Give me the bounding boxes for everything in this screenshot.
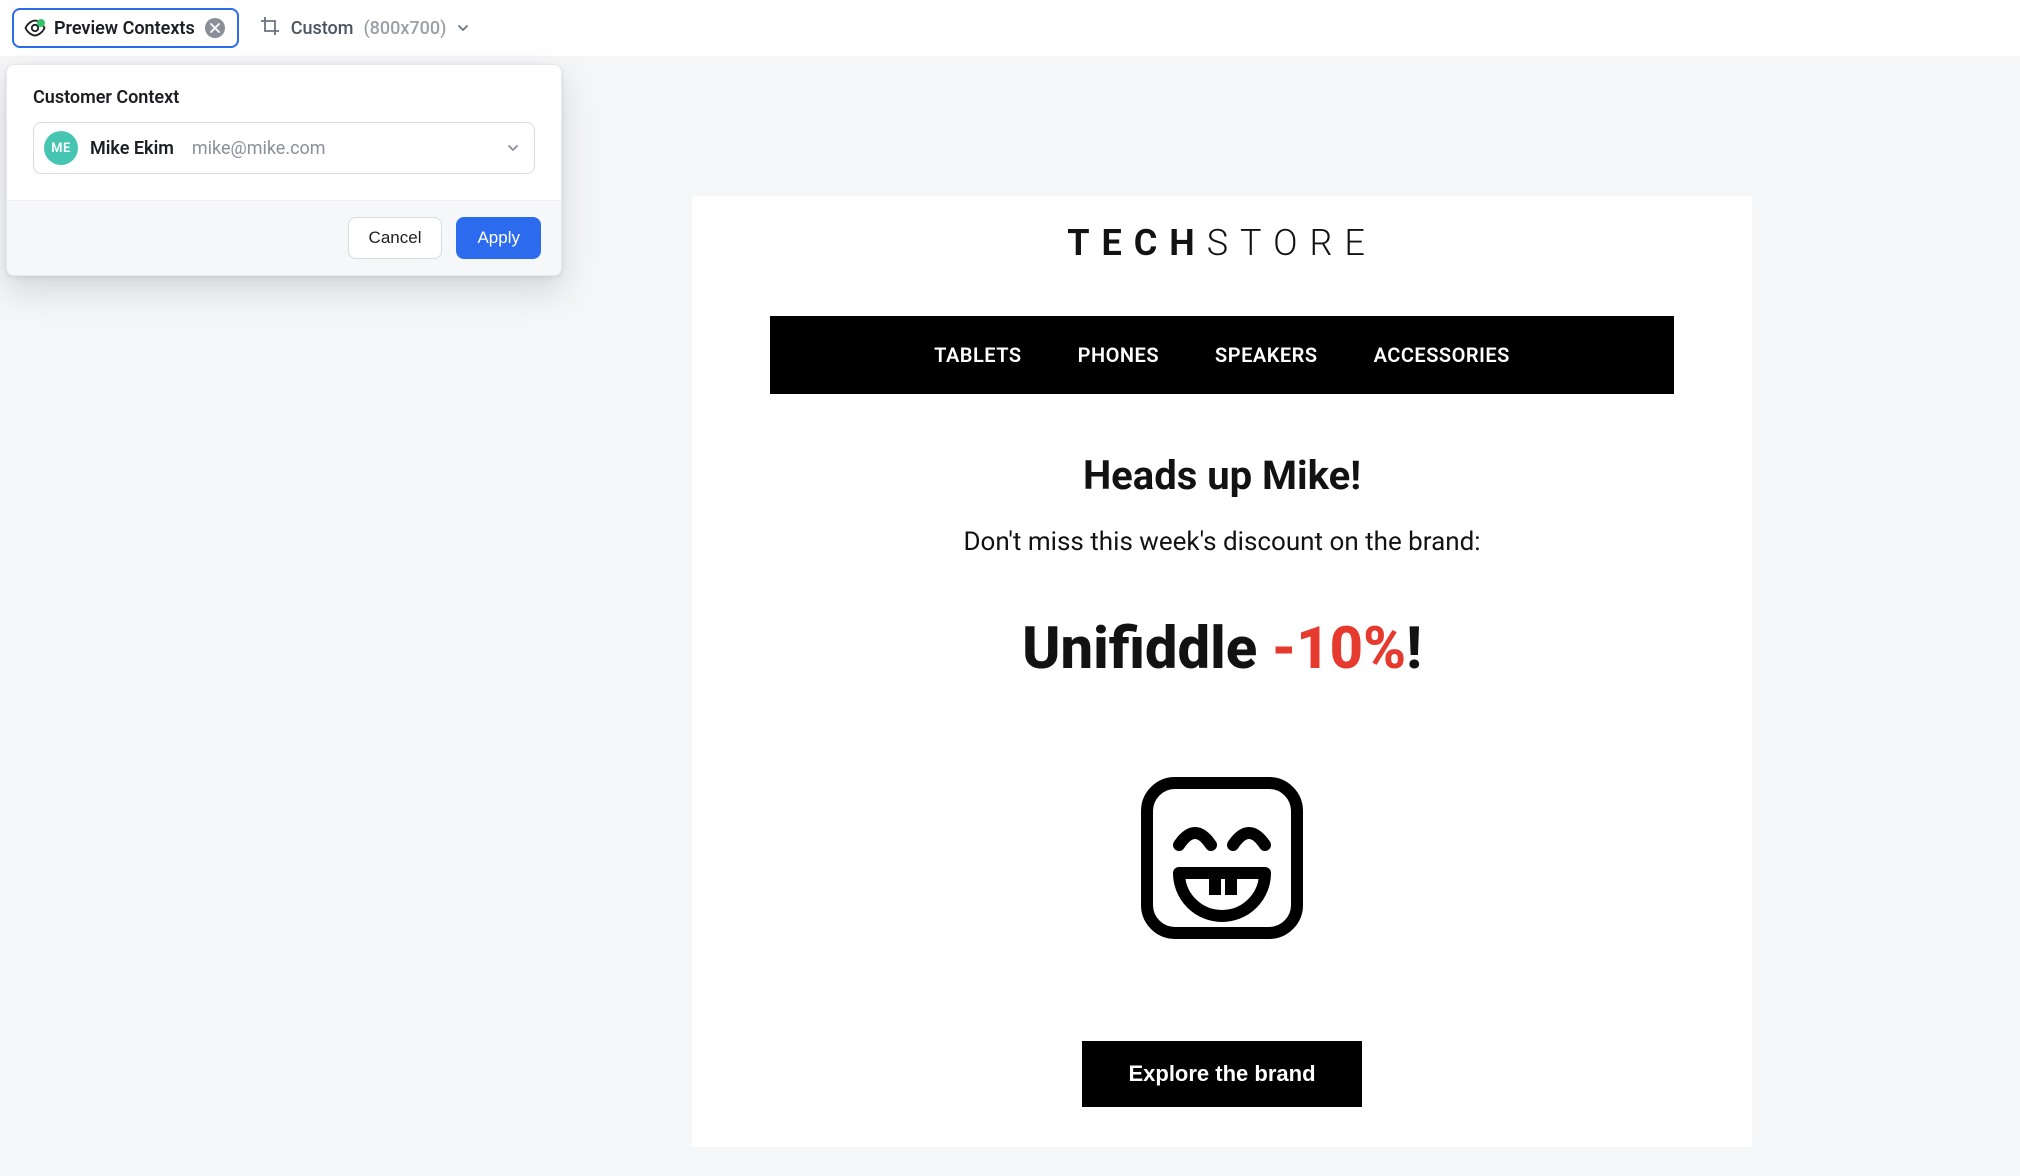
customer-email: mike@mike.com <box>192 138 326 159</box>
canvas-size-dims: (800x700) <box>363 18 446 39</box>
preview-contexts-label: Preview Contexts <box>54 18 195 39</box>
email-subhead: Don't miss this week's discount on the b… <box>692 527 1752 557</box>
avatar: ME <box>44 131 78 165</box>
preview-eye-icon <box>24 19 46 37</box>
nav-item-phones[interactable]: PHONES <box>1078 343 1159 367</box>
customer-name: Mike Ekim <box>90 138 174 159</box>
promo-suffix: ! <box>1406 615 1422 683</box>
nav-item-tablets[interactable]: TABLETS <box>934 343 1022 367</box>
smiley-icon <box>1137 773 1307 943</box>
email-headline: Heads up Mike! <box>692 452 1752 499</box>
clear-preview-icon[interactable] <box>205 18 225 38</box>
promo-discount: -10% <box>1272 615 1406 683</box>
promo-brand: Unifiddle <box>1022 615 1272 683</box>
email-navbar: TABLETS PHONES SPEAKERS ACCESSORIES <box>770 316 1674 394</box>
chevron-down-icon <box>506 141 520 155</box>
nav-item-accessories[interactable]: ACCESSORIES <box>1374 343 1510 367</box>
popover-title: Customer Context <box>33 87 535 108</box>
canvas-size-dropdown[interactable]: Custom (800x700) <box>253 11 477 45</box>
brand-bold: TECH <box>1067 222 1207 264</box>
customer-select[interactable]: ME Mike Ekim mike@mike.com <box>33 122 535 174</box>
chevron-down-icon <box>456 21 470 35</box>
email-promo: Unifiddle -10%! <box>692 615 1752 683</box>
apply-button[interactable]: Apply <box>456 217 541 259</box>
brand-light: STORE <box>1207 222 1377 264</box>
editor-toolbar: Preview Contexts Custom (800x700) <box>0 0 2020 56</box>
customer-context-popover: Customer Context ME Mike Ekim mike@mike.… <box>6 64 562 276</box>
preview-contexts-button[interactable]: Preview Contexts <box>12 8 239 48</box>
promo-image <box>692 773 1752 943</box>
email-preview-frame: TECHSTORE TABLETS PHONES SPEAKERS ACCESS… <box>692 196 1752 1147</box>
nav-item-speakers[interactable]: SPEAKERS <box>1215 343 1318 367</box>
canvas-size-label: Custom <box>291 18 354 39</box>
popover-footer: Cancel Apply <box>7 200 561 275</box>
cancel-button[interactable]: Cancel <box>348 217 443 259</box>
cta-explore-button[interactable]: Explore the brand <box>1082 1041 1361 1107</box>
brand-logo: TECHSTORE <box>692 196 1752 292</box>
crop-icon <box>259 15 281 41</box>
